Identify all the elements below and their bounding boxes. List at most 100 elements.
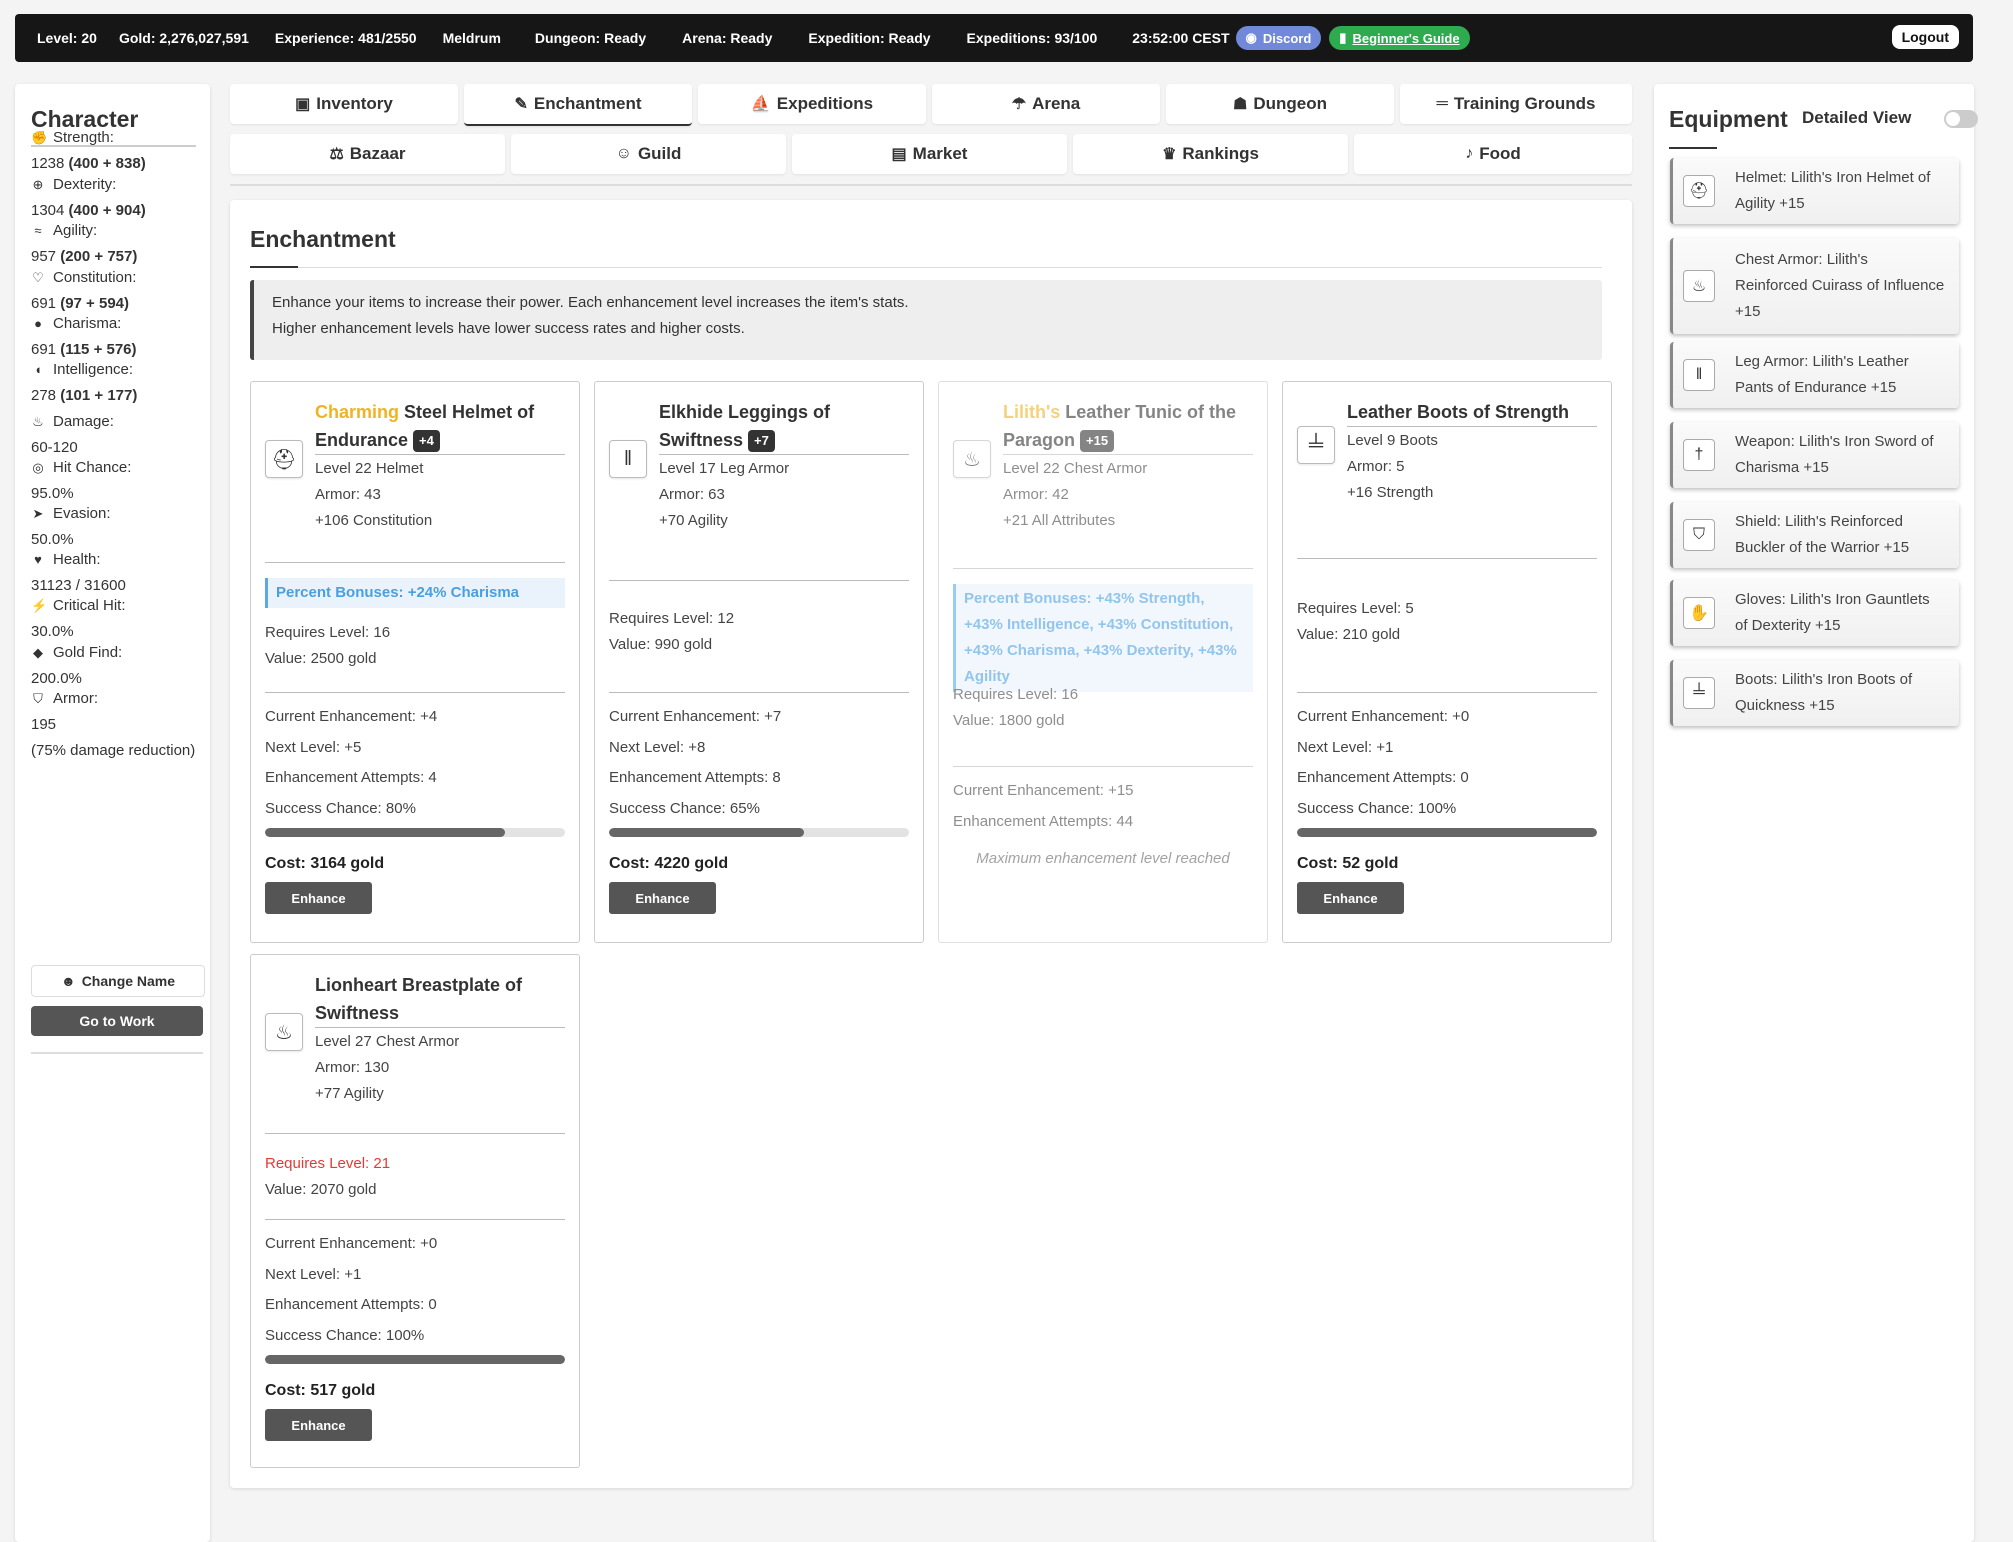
- success-bar-fill: [265, 1355, 565, 1364]
- equipment-text: Shield: Lilith's Reinforced Buckler of th…: [1735, 509, 1909, 561]
- tab-enchantment[interactable]: ✎ Enchantment: [464, 84, 692, 126]
- tunic-icon: ♨: [1683, 270, 1715, 302]
- equipment-line: of Dexterity +15: [1735, 617, 1841, 634]
- success-bar-fill: [265, 828, 505, 837]
- drumstick-icon: ♪: [1465, 145, 1474, 162]
- stat-label: ● Charisma:: [31, 311, 137, 337]
- stat-number: 1238: [31, 155, 65, 172]
- item-stat: +106 Constitution: [315, 512, 433, 529]
- equipment-slot[interactable]: ⛉ Shield: Lilith's Reinforced Buckler of t…: [1670, 502, 1959, 568]
- tab-label: Expeditions: [776, 94, 874, 113]
- logout-button[interactable]: Logout: [1891, 25, 1959, 49]
- equipment-slot[interactable]: ✋ Gloves: Lilith's Iron Gauntlets of Dexte…: [1670, 580, 1959, 646]
- equipment-slot[interactable]: ⛑ Helmet: Lilith's Iron Helmet of Agility …: [1670, 158, 1959, 224]
- item-stat: +16 Strength: [1347, 484, 1434, 501]
- item-value: Value: 2500 gold: [265, 650, 377, 667]
- tab-label: Rankings: [1182, 144, 1259, 163]
- stat-label: ➤ Evasion:: [31, 501, 111, 527]
- equipment-panel: Equipment Detailed View ⛑ Helmet: Lilith'…: [1654, 84, 1978, 1542]
- tab-dungeon[interactable]: ☗ Dungeon: [1166, 84, 1394, 124]
- stat-name: Intelligence:: [53, 361, 134, 378]
- shield-icon: ⛉: [1683, 519, 1715, 551]
- tab-food[interactable]: ♪ Food: [1354, 134, 1632, 174]
- item-name: Leather Boots of Strength: [1347, 398, 1597, 426]
- leggings-icon: ‖: [1683, 359, 1715, 391]
- current-enhancement: Current Enhancement: +0: [265, 1235, 438, 1252]
- equipment-slot[interactable]: ‖ Leg Armor: Lilith's Leather Pants of End…: [1670, 342, 1959, 408]
- stat-name: Damage:: [53, 413, 114, 430]
- item-card: ‖ Elkhide Leggings of Swiftness +7 Level 1…: [594, 381, 924, 943]
- stat-name: Gold Find:: [53, 644, 123, 661]
- discord-button[interactable]: ◉ Discord: [1235, 26, 1322, 50]
- detailed-view-toggle[interactable]: [1944, 110, 1978, 128]
- item-name-text: Elkhide Leggings of Swiftness: [659, 402, 831, 450]
- enhance-button[interactable]: Enhance: [265, 1409, 372, 1441]
- stat-row-constitution: ♡ Constitution: 691 (97 + 594): [31, 265, 136, 317]
- item-value: Value: 990 gold: [609, 636, 713, 653]
- title-rule: [298, 267, 1602, 268]
- next-level: Next Level: +1: [1297, 739, 1394, 756]
- change-name-button[interactable]: ☻ Change Name: [31, 965, 205, 997]
- divider: [1297, 558, 1597, 559]
- divider: [265, 562, 565, 563]
- stat-breakdown: (400 + 838): [68, 155, 146, 172]
- name-underline: [315, 1027, 565, 1028]
- current-enhancement: Current Enhancement: +0: [1297, 708, 1470, 725]
- stat-name: Hit Chance:: [53, 459, 132, 476]
- item-name: Charming Steel Helmet of Endurance +4: [315, 398, 565, 454]
- tab-bazaar[interactable]: ⚖ Bazaar: [230, 134, 505, 174]
- armor-reduction: (75% damage reduction): [31, 742, 196, 759]
- tab-rankings[interactable]: ♛ Rankings: [1073, 134, 1348, 174]
- equipment-line: Chest Armor: Lilith's: [1735, 251, 1868, 268]
- enhance-button[interactable]: Enhance: [609, 882, 716, 914]
- tab-training-grounds[interactable]: ═ Training Grounds: [1400, 84, 1632, 124]
- crosshair-icon: ⊕: [32, 177, 44, 192]
- stat-number: 200.0%: [31, 670, 82, 687]
- stat-row-intelligence: ◖ Intelligence: 278 (101 + 177): [31, 357, 137, 409]
- item-value: Value: 210 gold: [1297, 626, 1401, 643]
- enhance-button[interactable]: Enhance: [265, 882, 372, 914]
- stat-label: ⚡ Critical Hit:: [31, 593, 126, 619]
- stat-name: Armor:: [53, 690, 98, 707]
- beginners-guide-button[interactable]: ▮ Beginner's Guide: [1329, 26, 1470, 50]
- equipment-slot[interactable]: ╧ Boots: Lilith's Iron Boots of Quickness …: [1670, 660, 1959, 726]
- stat-row-dexterity: ⊕ Dexterity: 1304 (400 + 904): [31, 172, 146, 224]
- go-to-work-button[interactable]: Go to Work: [31, 1006, 203, 1036]
- tab-label: Bazaar: [349, 144, 406, 163]
- stat-breakdown: (101 + 177): [60, 387, 138, 404]
- item-value: Value: 1800 gold: [953, 712, 1065, 729]
- shield-icon: ⛉: [33, 691, 43, 706]
- sword-icon: †: [1683, 439, 1715, 471]
- equipment-text: Boots: Lilith's Iron Boots of Quickness +…: [1735, 667, 1912, 719]
- equipment-slot[interactable]: ♨ Chest Armor: Lilith's Reinforced Cuirass…: [1670, 238, 1959, 334]
- stat-number: 30.0%: [31, 623, 74, 640]
- tab-label: Enchantment: [533, 94, 642, 113]
- equipment-slot[interactable]: † Weapon: Lilith's Iron Sword of Charisma …: [1670, 422, 1959, 488]
- gold-stat: Gold: 2,276,027,591: [118, 30, 249, 46]
- tab-expeditions[interactable]: ⛵ Expeditions: [698, 84, 926, 124]
- stat-number: 957: [31, 248, 57, 265]
- required-level: Requires Level: 16: [953, 686, 1079, 703]
- enhance-cost: Cost: 3164 gold: [265, 855, 385, 872]
- tab-market[interactable]: ▤ Market: [792, 134, 1067, 174]
- name-underline: [659, 454, 909, 455]
- equipment-line: Weapon: Lilith's Iron Sword of: [1735, 433, 1934, 450]
- item-name-text-2: Swiftness: [315, 1003, 400, 1023]
- equipment-text: Gloves: Lilith's Iron Gauntlets of Dexter…: [1735, 587, 1930, 639]
- title-accent: [1669, 147, 1717, 149]
- enhance-cost: Cost: 4220 gold: [609, 855, 729, 872]
- divider: [953, 766, 1253, 767]
- enhance-button[interactable]: Enhance: [1297, 882, 1404, 914]
- item-armor: Armor: 63: [659, 486, 725, 503]
- equipment-title: Equipment: [1669, 106, 1788, 132]
- wind-icon: ≈: [34, 223, 42, 238]
- stat-breakdown: (97 + 594): [60, 295, 129, 312]
- stat-number: 60-120: [31, 439, 78, 456]
- equipment-line: Boots: Lilith's Iron Boots of: [1735, 671, 1913, 688]
- tab-guild[interactable]: ☺ Guild: [511, 134, 786, 174]
- divider: [265, 1219, 565, 1220]
- item-card: ╧ Leather Boots of Strength Level 9 Boots A…: [1282, 381, 1612, 943]
- stat-label: ◆ Gold Find:: [31, 640, 122, 666]
- tab-arena[interactable]: ☂ Arena: [932, 84, 1160, 124]
- tab-inventory[interactable]: ▣ Inventory: [230, 84, 458, 124]
